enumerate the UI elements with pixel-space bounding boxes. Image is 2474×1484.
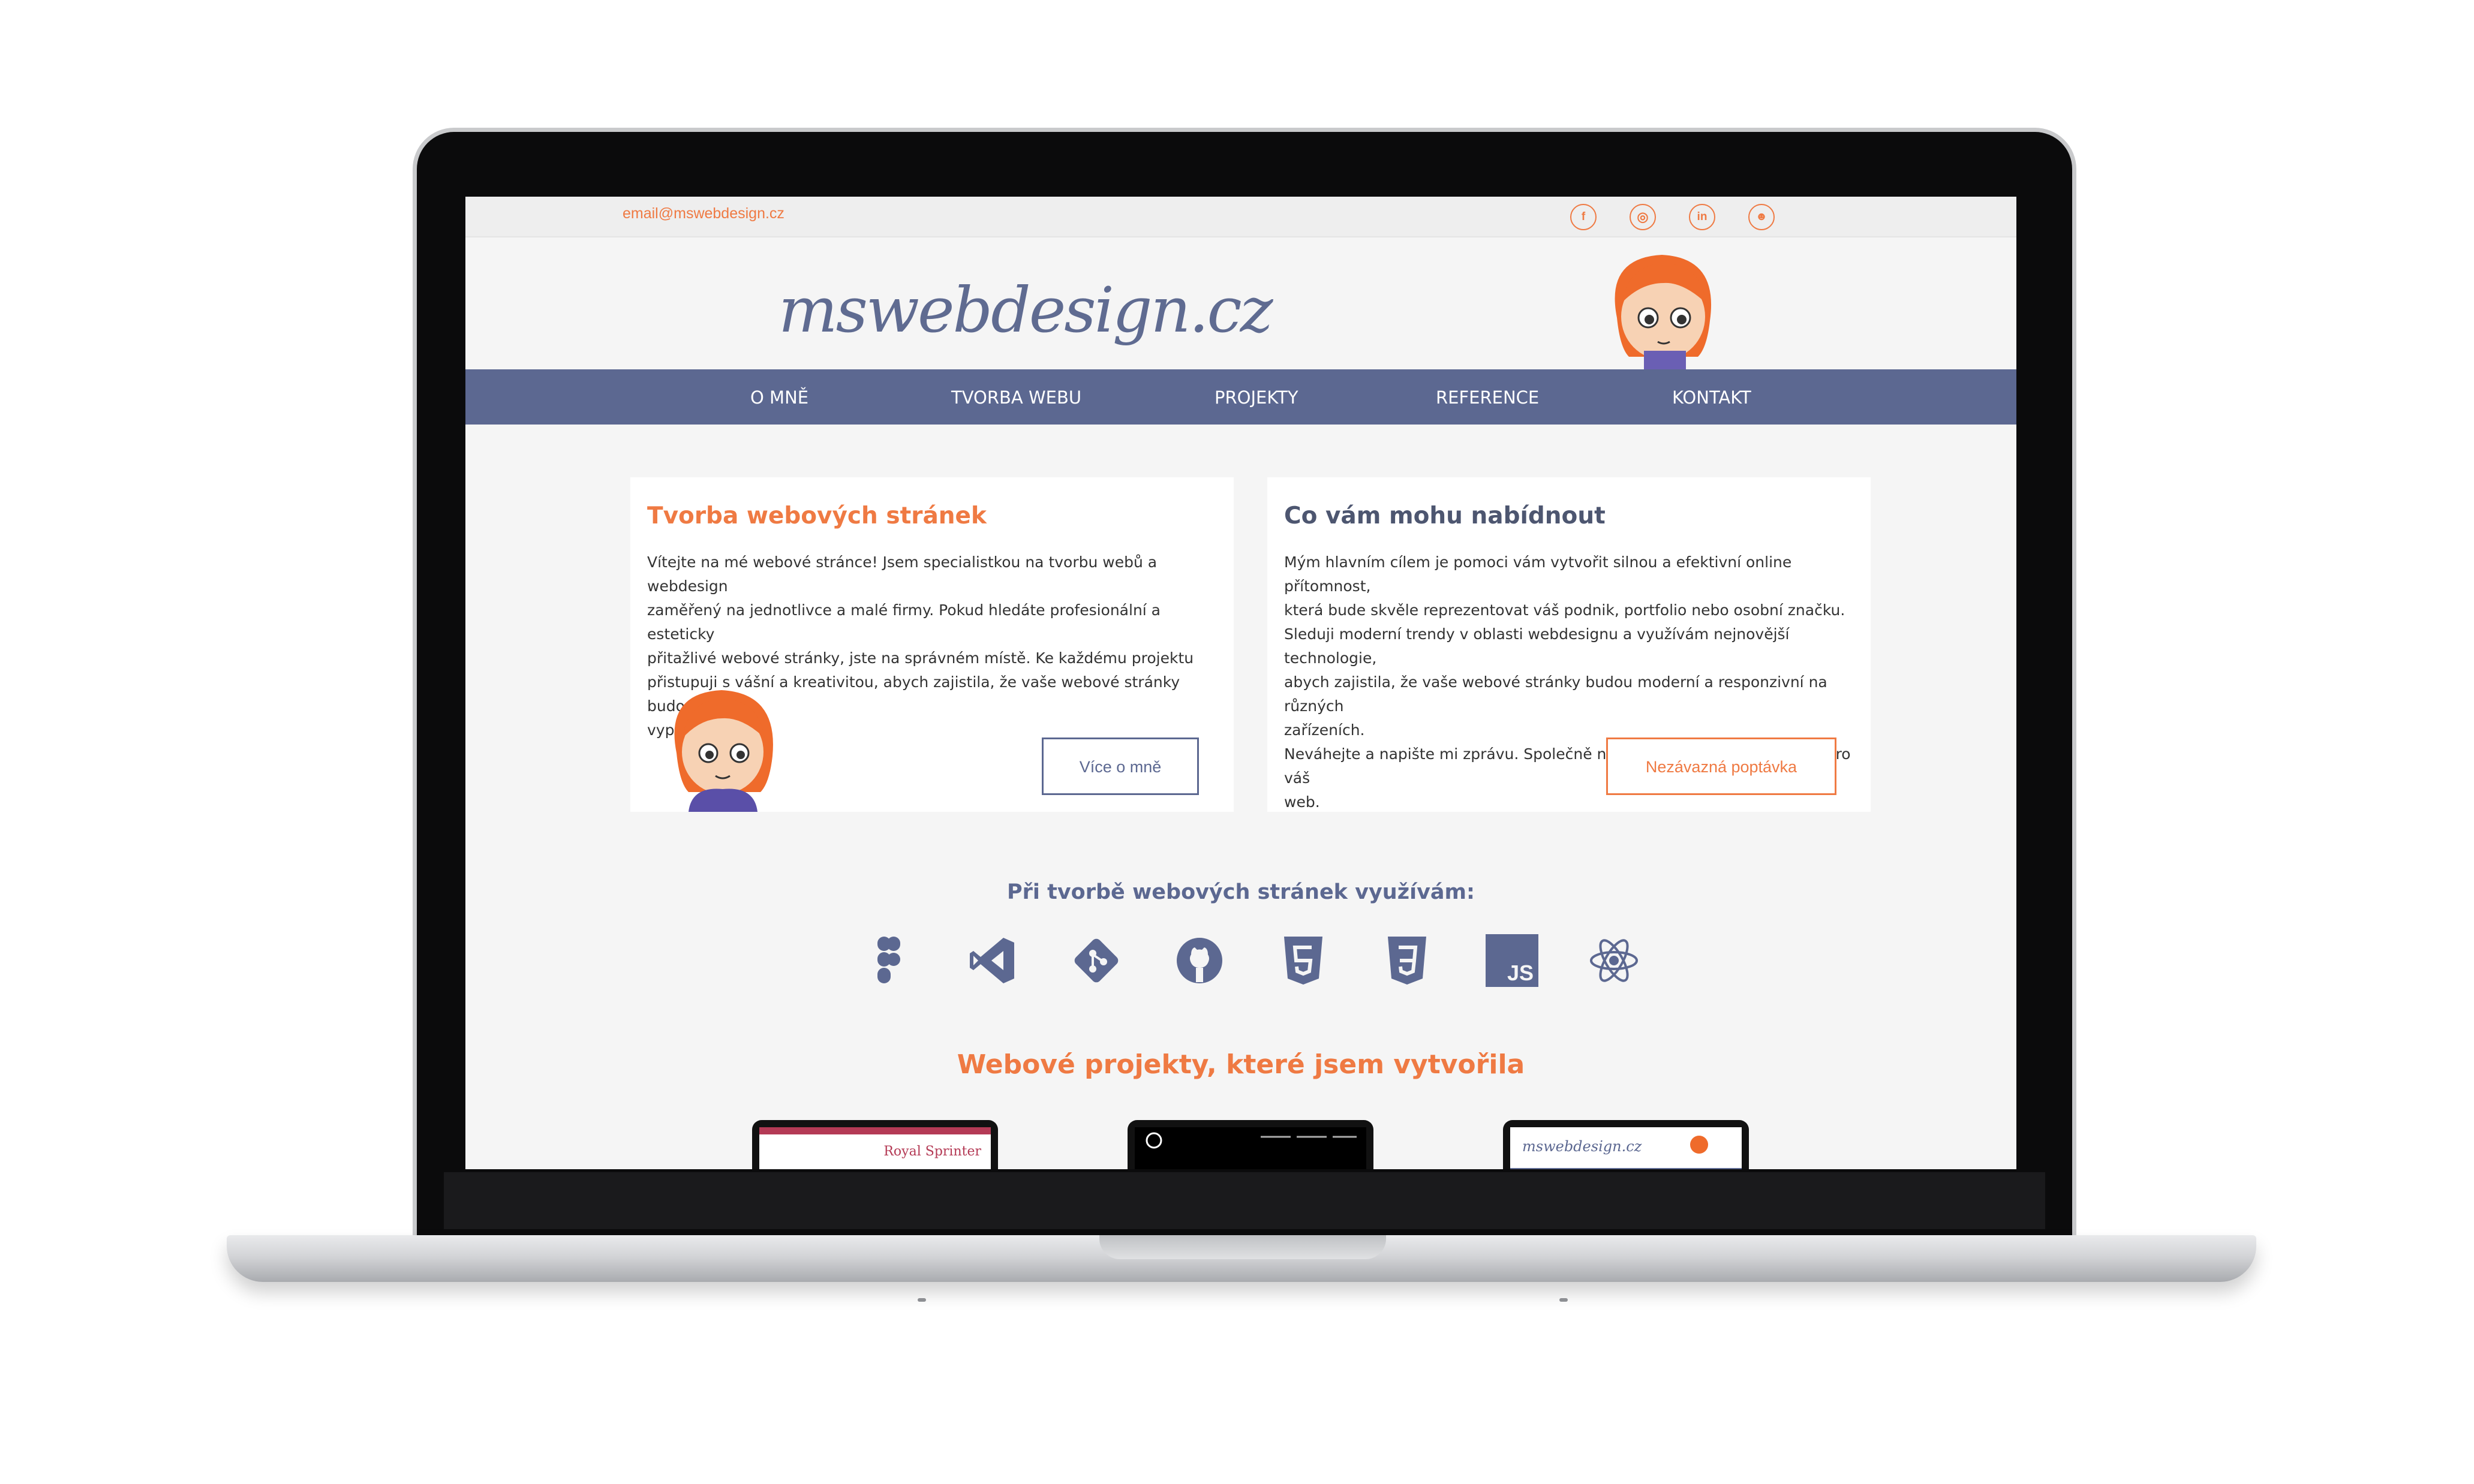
laptop-notch (1099, 1235, 1386, 1259)
facebook-icon[interactable]: f (1570, 204, 1597, 230)
git-icon (1074, 938, 1119, 983)
instagram-icon[interactable]: ◎ (1630, 204, 1656, 230)
card-title: Co vám mohu nabídnout (1284, 502, 1606, 529)
quote-request-button[interactable]: Nezávazná poptávka (1606, 738, 1836, 795)
linkedin-icon[interactable]: in (1689, 204, 1715, 230)
email-link[interactable]: email@mswebdesign.cz (623, 205, 784, 222)
react-icon (1590, 939, 1638, 982)
html5-icon (1284, 937, 1322, 985)
project-screen (1135, 1127, 1366, 1169)
website-screen: email@mswebdesign.cz f ◎ in ☻ mswebdesig… (465, 197, 2016, 1169)
github-icon[interactable]: ☻ (1748, 204, 1775, 230)
nav-item-tvorba-webu[interactable]: TVORBA WEBU (951, 387, 1081, 408)
nav-item-o-mne[interactable]: O MNĚ (750, 387, 808, 408)
card-web-creation: Tvorba webových stránek Vítejte na mé we… (630, 477, 1234, 812)
figma-icon (877, 937, 900, 983)
github-icon (1177, 938, 1222, 983)
projects-heading: Webové projekty, které jsem vytvořila (957, 1049, 1525, 1080)
project-preview-graphic (1146, 1132, 1357, 1149)
mascot-illustration (674, 690, 773, 812)
project-screen: Royal Sprinter (759, 1127, 991, 1169)
project-logo: mswebdesign.cz (1522, 1138, 1642, 1155)
project-title: Royal Sprinter (883, 1144, 981, 1159)
vscode-icon (970, 938, 1014, 983)
tools-heading: Při tvorbě webových stránek využívám: (1007, 880, 1475, 904)
javascript-label: JS (1507, 961, 1534, 985)
nav-item-reference[interactable]: REFERENCE (1436, 387, 1539, 408)
project-header-bar (759, 1127, 991, 1134)
project-thumbnail[interactable]: mswebdesign.cz (1503, 1120, 1749, 1169)
laptop-bezel (444, 1172, 2045, 1229)
project-nav-bar (1510, 1168, 1742, 1169)
mascot-illustration (1615, 255, 1712, 372)
laptop-foot (918, 1298, 926, 1302)
css3-icon (1388, 937, 1426, 985)
more-about-me-button[interactable]: Více o mně (1042, 738, 1199, 795)
card-offer: Co vám mohu nabídnout Mým hlavním cílem … (1267, 477, 1871, 812)
laptop-foot (1559, 1298, 1568, 1302)
project-thumbnail[interactable] (1128, 1120, 1373, 1169)
project-screen: mswebdesign.cz (1510, 1127, 1742, 1169)
javascript-icon: JS (1486, 934, 1538, 987)
nav-item-kontakt[interactable]: KONTAKT (1672, 387, 1751, 408)
card-title: Tvorba webových stránek (647, 502, 987, 529)
main-nav: O MNĚ TVORBA WEBU PROJEKTY REFERENCE KON… (465, 369, 2016, 425)
project-thumbnail[interactable]: Royal Sprinter (752, 1120, 998, 1169)
nav-item-projekty[interactable]: PROJEKTY (1215, 387, 1298, 408)
top-bar: email@mswebdesign.cz f ◎ in ☻ (465, 197, 2016, 237)
site-logo[interactable]: mswebdesign.cz (778, 273, 1273, 347)
project-mascot (1690, 1136, 1708, 1154)
